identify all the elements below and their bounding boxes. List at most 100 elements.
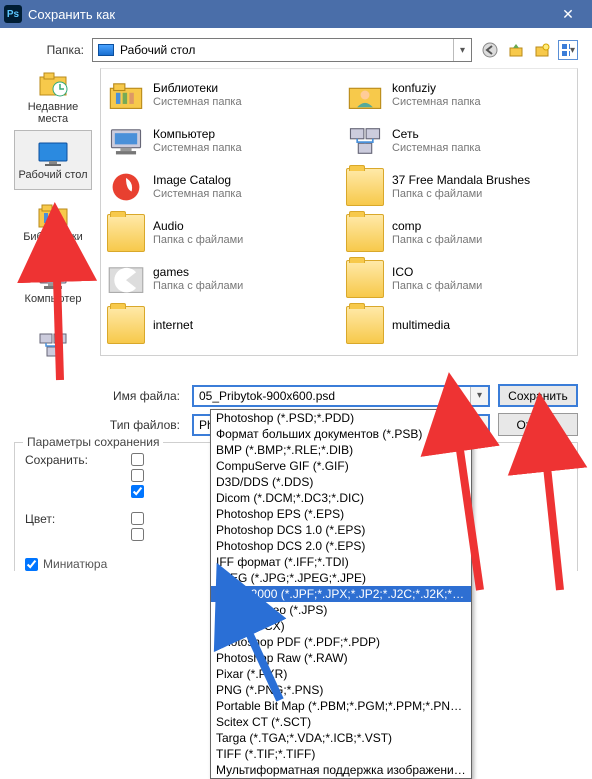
- filetype-option[interactable]: PNG (*.PNG;*.PNS): [211, 682, 471, 698]
- filetype-option[interactable]: Targa (*.TGA;*.VDA;*.ICB;*.VST): [211, 730, 471, 746]
- file-item[interactable]: Image CatalogСистемная папка: [105, 165, 334, 209]
- filetype-option[interactable]: Scitex CT (*.SCT): [211, 714, 471, 730]
- filetype-option[interactable]: Photoshop DCS 2.0 (*.EPS): [211, 538, 471, 554]
- filetype-option[interactable]: TIFF (*.TIF;*.TIFF): [211, 746, 471, 762]
- folder-icon: [107, 306, 145, 344]
- file-type: Папка с файлами: [392, 234, 482, 248]
- save-checkbox-3[interactable]: [131, 485, 144, 498]
- folder-icon: [346, 260, 384, 298]
- color-checkbox-2[interactable]: [131, 528, 144, 541]
- chevron-down-icon: ▾: [570, 45, 575, 56]
- color-checkbox-1[interactable]: [131, 512, 144, 525]
- chevron-down-icon[interactable]: ▾: [470, 387, 488, 405]
- filetype-dropdown[interactable]: Photoshop (*.PSD;*.PDD)Формат больших до…: [210, 409, 472, 779]
- filetype-option[interactable]: D3D/DDS (*.DDS): [211, 474, 471, 490]
- redcircle-icon: [107, 168, 145, 206]
- filetype-label: Тип файлов:: [14, 418, 184, 432]
- filetype-option[interactable]: Photoshop PDF (*.PDF;*.PDP): [211, 634, 471, 650]
- file-type: Папка с файлами: [392, 188, 530, 202]
- filetype-option[interactable]: BMP (*.BMP;*.RLE;*.DIB): [211, 442, 471, 458]
- filetype-option[interactable]: Dicom (*.DCM;*.DC3;*.DIC): [211, 490, 471, 506]
- file-item[interactable]: КомпьютерСистемная папка: [105, 119, 334, 163]
- save-opt-label: Сохранить:: [25, 453, 125, 467]
- file-item[interactable]: ICOПапка с файлами: [344, 257, 573, 301]
- folder-select[interactable]: Рабочий стол ▾: [92, 38, 472, 62]
- folder-icon: [107, 214, 145, 252]
- file-name: Image Catalog: [153, 173, 242, 188]
- desktop-icon: [36, 139, 70, 167]
- filetype-option[interactable]: JPEG 2000 (*.JPF;*.JPX;*.JP2;*.J2C;*.J2K…: [211, 586, 471, 602]
- file-item[interactable]: СетьСистемная папка: [344, 119, 573, 163]
- save-checkbox-2[interactable]: [131, 469, 144, 482]
- file-item[interactable]: compПапка с файлами: [344, 211, 573, 255]
- folder-icon: [346, 214, 384, 252]
- filetype-option[interactable]: Photoshop EPS (*.EPS): [211, 506, 471, 522]
- save-checkbox-1[interactable]: [131, 453, 144, 466]
- file-item[interactable]: 37 Free Mandala BrushesПапка с файлами: [344, 165, 573, 209]
- filetype-option[interactable]: Pixar (*.PXR): [211, 666, 471, 682]
- filetype-option[interactable]: IFF формат (*.IFF;*.TDI): [211, 554, 471, 570]
- filetype-option[interactable]: Формат больших документов (*.PSB): [211, 426, 471, 442]
- network-icon: [346, 122, 384, 160]
- thumbnail-checkbox[interactable]: Миниатюра: [25, 557, 107, 571]
- file-item[interactable]: multimedia: [344, 303, 573, 347]
- filetype-option[interactable]: Photoshop Raw (*.RAW): [211, 650, 471, 666]
- save-button[interactable]: Сохранить: [498, 384, 578, 407]
- view-mode-icon[interactable]: ▾: [558, 40, 578, 60]
- filetype-option[interactable]: CompuServe GIF (*.GIF): [211, 458, 471, 474]
- place-label: Недавние места: [15, 101, 91, 125]
- chevron-down-icon[interactable]: ▾: [453, 39, 471, 61]
- libraries-icon: [36, 201, 70, 229]
- filename-label: Имя файла:: [14, 389, 184, 403]
- file-name: Библиотеки: [153, 81, 242, 96]
- file-name: games: [153, 265, 243, 280]
- place-desktop[interactable]: Рабочий стол: [14, 130, 92, 190]
- pacman-icon: [107, 260, 145, 298]
- filetype-option[interactable]: Photoshop DCS 1.0 (*.EPS): [211, 522, 471, 538]
- close-icon[interactable]: ✕: [548, 6, 588, 23]
- file-type: Папка с файлами: [153, 280, 243, 294]
- chevron-down-icon[interactable]: ▾: [470, 416, 488, 434]
- file-type: Системная папка: [392, 142, 481, 156]
- folder-label: Папка:: [14, 43, 84, 57]
- file-list[interactable]: БиблиотекиСистемная папкаkonfuziyСистемн…: [100, 68, 578, 356]
- filetype-option[interactable]: JPEG (*.JPG;*.JPEG;*.JPE): [211, 570, 471, 586]
- new-folder-icon[interactable]: [532, 40, 552, 60]
- file-item[interactable]: internet: [105, 303, 334, 347]
- titlebar: Ps Сохранить как ✕: [0, 0, 592, 28]
- file-type: Системная папка: [392, 96, 481, 110]
- file-item[interactable]: konfuziyСистемная папка: [344, 73, 573, 117]
- color-opt-label: Цвет:: [25, 512, 125, 526]
- file-name: internet: [153, 318, 193, 333]
- up-icon[interactable]: [506, 40, 526, 60]
- folder-toolbar: Папка: Рабочий стол ▾ ▾: [0, 28, 592, 68]
- place-libraries[interactable]: Библиотеки: [14, 192, 92, 252]
- file-item[interactable]: AudioПапка с файлами: [105, 211, 334, 255]
- filetype-option[interactable]: Photoshop (*.PSD;*.PDD): [211, 410, 471, 426]
- file-type: Системная папка: [153, 142, 242, 156]
- file-name: konfuziy: [392, 81, 481, 96]
- file-name: comp: [392, 219, 482, 234]
- file-item[interactable]: БиблиотекиСистемная папка: [105, 73, 334, 117]
- file-name: 37 Free Mandala Brushes: [392, 173, 530, 188]
- folder-select-value: Рабочий стол: [120, 43, 195, 57]
- place-computer[interactable]: Компьютер: [14, 254, 92, 314]
- place-recent[interactable]: Недавние места: [14, 68, 92, 128]
- place-label: Рабочий стол: [18, 169, 87, 181]
- filetype-option[interactable]: Portable Bit Map (*.PBM;*.PGM;*.PPM;*.PN…: [211, 698, 471, 714]
- toolbar-icons: ▾: [480, 40, 578, 60]
- filetype-option[interactable]: PCX (*.PCX): [211, 618, 471, 634]
- place-network[interactable]: [14, 316, 92, 376]
- place-label: Компьютер: [25, 293, 82, 305]
- computer-icon: [107, 122, 145, 160]
- file-item[interactable]: gamesПапка с файлами: [105, 257, 334, 301]
- filetype-option[interactable]: JPEG Stereo (*.JPS): [211, 602, 471, 618]
- back-icon[interactable]: [480, 40, 500, 60]
- filetype-option[interactable]: Мультиформатная поддержка изображений (*…: [211, 762, 471, 778]
- file-name: Audio: [153, 219, 243, 234]
- cancel-button[interactable]: Отмена: [498, 413, 578, 436]
- file-type: Системная папка: [153, 188, 242, 202]
- filename-input[interactable]: 05_Pribytok-900x600.psd ▾: [192, 385, 490, 407]
- recent-icon: [36, 71, 70, 99]
- desktop-mini-icon: [98, 44, 114, 56]
